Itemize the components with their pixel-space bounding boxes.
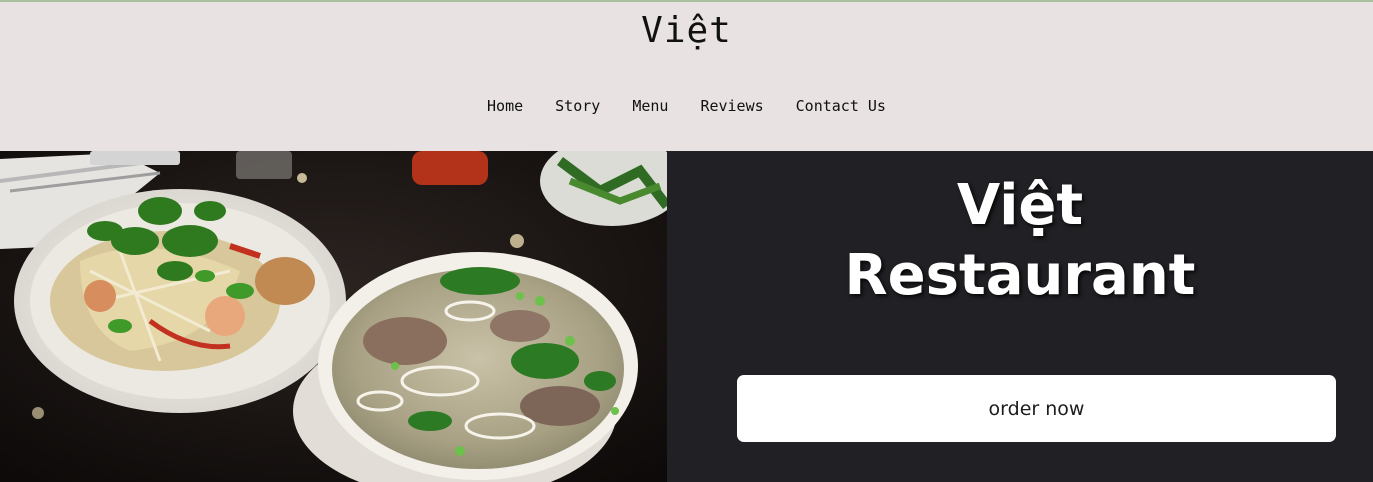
hero-title: Việt Restaurant	[667, 171, 1373, 311]
main-nav: Home Story Menu Reviews Contact Us	[0, 97, 1373, 115]
hero-section: Việt Restaurant order now	[0, 151, 1373, 482]
food-photo-illustration	[0, 151, 667, 482]
hero-title-line-2: Restaurant	[844, 243, 1196, 308]
nav-home-link[interactable]: Home	[487, 97, 523, 115]
hero-title-line-1: Việt	[956, 173, 1084, 238]
nav-story-link[interactable]: Story	[555, 97, 600, 115]
nav-menu-link[interactable]: Menu	[632, 97, 668, 115]
hero-panel: Việt Restaurant order now	[667, 151, 1373, 482]
brand-logo[interactable]: Việt	[0, 10, 1373, 51]
food-photo	[0, 151, 667, 482]
nav-contact-link[interactable]: Contact Us	[796, 97, 886, 115]
order-now-button[interactable]: order now	[737, 375, 1336, 442]
nav-reviews-link[interactable]: Reviews	[700, 97, 763, 115]
site-header: Việt Home Story Menu Reviews Contact Us	[0, 2, 1373, 151]
